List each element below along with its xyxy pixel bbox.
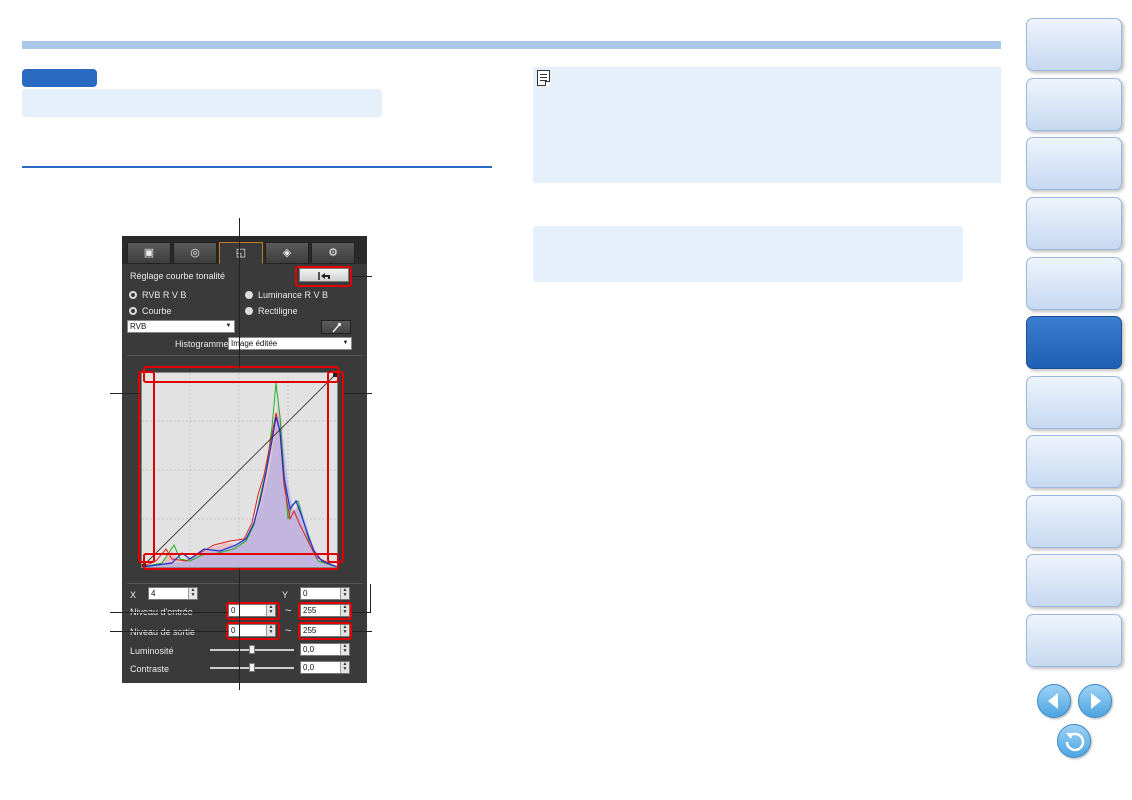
nav-button-8[interactable] bbox=[1026, 435, 1122, 488]
histogram-plot bbox=[141, 372, 338, 568]
callout-line-left bbox=[110, 393, 140, 394]
nav-button-7[interactable] bbox=[1026, 376, 1122, 429]
nav-button-3[interactable] bbox=[1026, 137, 1122, 190]
highlight-output-max bbox=[298, 622, 352, 640]
highlight-output-min bbox=[226, 622, 280, 640]
spinner-icon[interactable]: ▲ ▼ bbox=[188, 588, 197, 599]
brightness-label: Luminosité bbox=[130, 646, 174, 656]
tool-tabs: ▣ ◎ ◱ ◈ ⚙ bbox=[122, 236, 367, 264]
callout-line-input-max-vert bbox=[370, 584, 371, 613]
radio-luminance-label: Luminance R V B bbox=[258, 290, 329, 300]
divider bbox=[127, 355, 363, 356]
x-input[interactable]: 4 ▲ ▼ bbox=[148, 587, 198, 600]
channel-select-value: RVB bbox=[130, 322, 147, 331]
nav-button-10[interactable] bbox=[1026, 554, 1122, 607]
callout-line-input-max bbox=[352, 612, 370, 613]
nav-button-4[interactable] bbox=[1026, 197, 1122, 250]
x-label: X bbox=[130, 590, 137, 600]
callout-line-output-level bbox=[110, 631, 228, 632]
radio-luminance[interactable] bbox=[245, 291, 253, 299]
highlight-top-edge bbox=[143, 366, 339, 383]
y-input[interactable]: 0 ▲ ▼ bbox=[300, 587, 350, 600]
histogram-select-value: Image éditée bbox=[231, 339, 278, 348]
nav-button-6-active[interactable] bbox=[1026, 316, 1122, 369]
output-level-label: Niveau de sortie bbox=[130, 627, 196, 637]
next-page-icon bbox=[1091, 693, 1101, 709]
contrast-slider-thumb[interactable] bbox=[249, 663, 255, 672]
callout-line-output-max bbox=[352, 631, 372, 632]
spinner-icon[interactable]: ▲ ▼ bbox=[340, 588, 349, 599]
spinner-icon[interactable]: ▲ ▼ bbox=[340, 662, 349, 673]
radio-rgb-label: RVB R V B bbox=[142, 290, 187, 300]
brightness-slider-thumb[interactable] bbox=[249, 645, 255, 654]
contrast-label: Contraste bbox=[130, 664, 170, 674]
nav-button-2[interactable] bbox=[1026, 78, 1122, 131]
divider bbox=[127, 583, 363, 584]
contrast-input[interactable]: 0,0 ▲ ▼ bbox=[300, 661, 350, 674]
return-button[interactable] bbox=[1057, 724, 1091, 758]
highlight-input-max bbox=[298, 602, 352, 620]
callout-line-top bbox=[239, 218, 240, 368]
y-label: Y bbox=[282, 590, 289, 600]
chevron-down-icon: ▼ bbox=[225, 323, 232, 329]
y-value: 0 bbox=[303, 589, 308, 598]
brightness-value: 0,0 bbox=[303, 645, 315, 654]
image-adjust-icon[interactable]: ▣ bbox=[127, 242, 171, 264]
eyedropper-button[interactable] bbox=[321, 320, 351, 334]
eyedropper-icon bbox=[332, 322, 342, 333]
callout-line-input-level bbox=[110, 612, 228, 613]
lens-aberration-icon[interactable]: ◈ bbox=[265, 242, 309, 264]
nav-button-5[interactable] bbox=[1026, 257, 1122, 310]
section-badge bbox=[22, 69, 97, 87]
note-box bbox=[533, 67, 1001, 183]
callout-line-bottom bbox=[239, 568, 240, 690]
tone-curve-graph[interactable] bbox=[141, 372, 338, 568]
histogram-label: Histogramme bbox=[175, 339, 229, 349]
chevron-down-icon: ▼ bbox=[342, 340, 349, 346]
nav-button-1[interactable] bbox=[1026, 18, 1122, 71]
radio-linear-label: Rectiligne bbox=[258, 306, 298, 316]
highlight-left-edge bbox=[138, 371, 155, 563]
nav-button-9[interactable] bbox=[1026, 495, 1122, 548]
heading-box bbox=[22, 89, 382, 117]
settings-gear-icon[interactable]: ⚙ bbox=[311, 242, 355, 264]
color-adjust-icon[interactable]: ◎ bbox=[173, 242, 217, 264]
highlight-bottom-edge bbox=[143, 553, 339, 570]
highlight-input-min bbox=[226, 602, 280, 620]
spinner-icon[interactable]: ▲ ▼ bbox=[340, 644, 349, 655]
return-icon bbox=[1065, 732, 1085, 752]
range-tilde: ~ bbox=[285, 625, 292, 637]
previous-page-button[interactable] bbox=[1037, 684, 1071, 718]
radio-curve-label: Courbe bbox=[142, 306, 172, 316]
radio-rgb[interactable] bbox=[129, 291, 137, 299]
section-divider bbox=[22, 166, 492, 168]
next-page-button[interactable] bbox=[1078, 684, 1112, 718]
radio-linear[interactable] bbox=[245, 307, 253, 315]
range-tilde: ~ bbox=[285, 605, 292, 617]
contrast-value: 0,0 bbox=[303, 663, 315, 672]
callout-line-reset bbox=[352, 276, 372, 277]
previous-page-icon bbox=[1048, 693, 1058, 709]
radio-curve[interactable] bbox=[129, 307, 137, 315]
nav-button-11[interactable] bbox=[1026, 614, 1122, 667]
x-value: 4 bbox=[151, 589, 156, 598]
section-title: Réglage courbe tonalité bbox=[130, 271, 226, 281]
channel-select[interactable]: RVB ▼ bbox=[127, 320, 235, 333]
brightness-input[interactable]: 0,0 ▲ ▼ bbox=[300, 643, 350, 656]
header-bar bbox=[22, 41, 1001, 49]
highlight-right-edge bbox=[327, 371, 344, 563]
histogram-select[interactable]: Image éditée ▼ bbox=[228, 337, 352, 350]
callout-line-right bbox=[344, 393, 372, 394]
info-box bbox=[533, 226, 963, 282]
tone-curve-icon[interactable]: ◱ bbox=[219, 242, 263, 264]
memo-icon bbox=[537, 70, 550, 86]
highlight-reset-button bbox=[295, 266, 352, 287]
